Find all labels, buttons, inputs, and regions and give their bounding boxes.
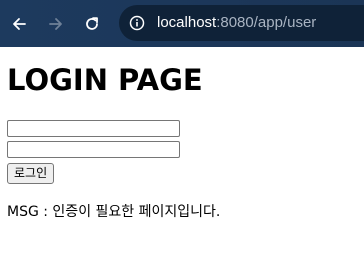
address-bar[interactable]: localhost:8080/app/user bbox=[119, 5, 364, 41]
page-title: LOGIN PAGE bbox=[7, 63, 203, 97]
reload-button[interactable] bbox=[82, 14, 102, 34]
browser-toolbar: localhost:8080/app/user bbox=[0, 0, 364, 47]
reload-icon bbox=[86, 17, 98, 30]
url-host: localhost bbox=[157, 14, 217, 31]
info-icon[interactable] bbox=[129, 15, 145, 31]
url-path: :8080/app/user bbox=[216, 14, 317, 31]
username-input[interactable] bbox=[7, 120, 180, 137]
forward-button[interactable] bbox=[46, 14, 66, 34]
status-message: MSG : 인증이 필요한 페이지입니다. bbox=[7, 204, 221, 220]
arrow-left-icon bbox=[13, 18, 26, 30]
login-button[interactable]: 로그인 bbox=[7, 163, 55, 184]
url-text[interactable]: localhost:8080/app/user bbox=[157, 14, 316, 32]
back-button[interactable] bbox=[9, 14, 29, 34]
arrow-right-icon bbox=[49, 18, 62, 30]
password-input[interactable] bbox=[7, 141, 180, 158]
